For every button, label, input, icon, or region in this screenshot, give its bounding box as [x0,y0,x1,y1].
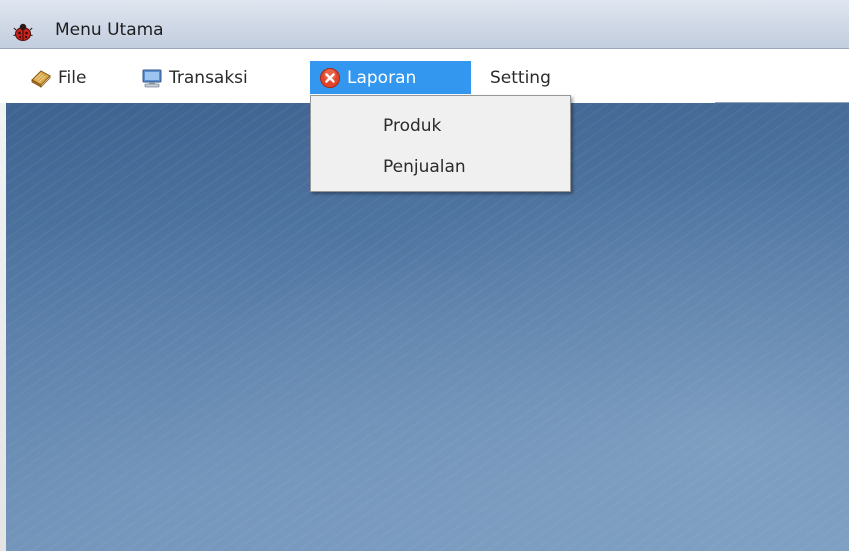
dropdown-item-penjualan[interactable]: Penjualan [383,156,466,178]
main-window: Menu Utama File Transaksi Laporan Settin… [0,0,849,551]
menu-setting[interactable]: Setting [490,61,551,94]
menu-transaksi-label: Transaksi [169,67,248,88]
menu-laporan-label: Laporan [347,67,417,88]
window-title: Menu Utama [55,20,164,40]
menu-file[interactable]: File [30,61,92,94]
ladybug-icon [13,23,33,41]
menu-file-label: File [58,67,87,88]
menu-setting-label: Setting [490,67,551,88]
menu-laporan[interactable]: Laporan [310,61,471,94]
laporan-dropdown-menu: Produk Penjualan [310,95,571,192]
dropdown-item-produk[interactable]: Produk [383,115,441,137]
book-icon [31,69,51,88]
title-bar: Menu Utama [0,0,849,49]
computer-icon [142,69,162,87]
error-x-icon [320,67,340,88]
menu-transaksi[interactable]: Transaksi [141,61,254,94]
